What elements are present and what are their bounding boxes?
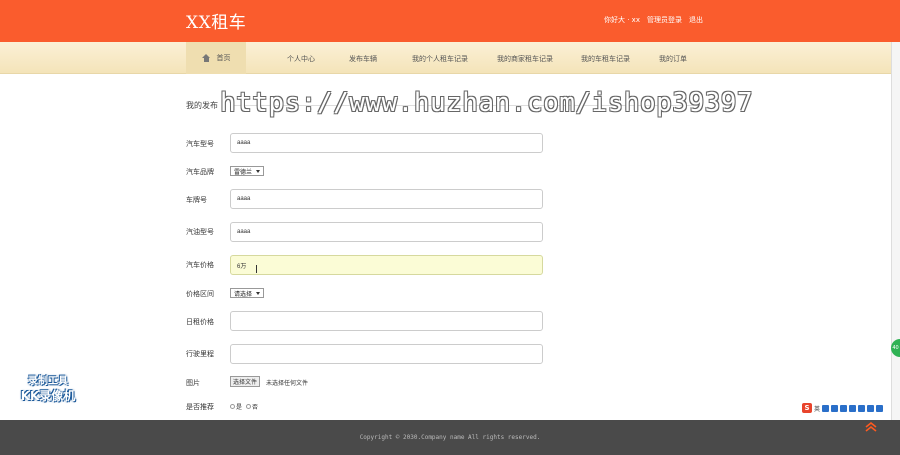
nav-item-publish-car[interactable]: 发布车辆 [349, 54, 377, 64]
plate-label: 车牌号 [186, 196, 207, 204]
nav-item-personal-center[interactable]: 个人中心 [287, 54, 315, 64]
text-cursor-icon [256, 265, 260, 273]
range-select-value: 请选择 [234, 290, 253, 298]
recommend-label: 是否推荐 [186, 403, 214, 411]
recorder-watermark-line1: 录制工具 [28, 376, 68, 387]
shirt-icon[interactable] [867, 404, 875, 412]
nav-item-my-orders[interactable]: 我的订单 [659, 54, 687, 64]
price-label: 汽车价格 [186, 261, 214, 269]
recorder-watermark: 录制工具 KK录像机 [16, 372, 80, 404]
price-input[interactable] [230, 255, 543, 275]
brand-select-value: 雷德兰 [234, 168, 253, 176]
range-select[interactable]: 请选择 [230, 288, 265, 298]
no-file-chosen-text: 未选择任何文件 [266, 380, 309, 387]
page-scrollbar[interactable] [891, 42, 900, 420]
microphone-icon[interactable] [840, 404, 848, 412]
model-label: 汽车型号 [186, 140, 214, 148]
mileage-input[interactable] [230, 344, 543, 364]
image-label: 图片 [186, 379, 200, 387]
ime-toolbar[interactable]: S 英 [802, 402, 884, 414]
nav-item-my-rentals[interactable]: 我的个人租车记录 [412, 54, 468, 64]
daily-price-label: 日租价格 [186, 318, 214, 326]
engine-input[interactable] [230, 222, 543, 242]
grid-icon[interactable] [876, 404, 884, 412]
recommend-no-radio[interactable]: 否 [246, 402, 258, 411]
model-input[interactable] [230, 133, 543, 153]
user-icon[interactable] [858, 404, 866, 412]
recorder-watermark-line2: KK录像机 [20, 389, 76, 403]
ime-logo-icon: S [802, 403, 812, 413]
daily-price-input[interactable] [230, 311, 543, 331]
punctuation-icon[interactable] [831, 404, 839, 412]
top-nav-greeting[interactable]: 你好大 · xx [604, 15, 640, 25]
top-nav-logout[interactable]: 退出 [689, 15, 703, 25]
radio-circle-icon [246, 404, 251, 409]
plate-input[interactable] [230, 189, 543, 209]
url-watermark: https://www.huzhan.com/ishop39397 [220, 88, 754, 118]
home-icon [201, 53, 211, 63]
back-to-top-icon[interactable] [864, 420, 878, 434]
keyboard-icon[interactable] [849, 404, 857, 412]
nav-home[interactable]: 首页 [186, 42, 246, 74]
copyright-text: Copyright © 2030.Company name All rights… [359, 434, 541, 441]
recommend-yes-label: 是 [236, 404, 243, 411]
site-header [0, 0, 900, 42]
ime-mode-label[interactable]: 英 [814, 404, 820, 413]
section-title: 我的发布 [186, 101, 218, 110]
moon-icon[interactable] [822, 404, 830, 412]
brand-label: 汽车品牌 [186, 168, 214, 176]
site-brand[interactable]: XX租车 [186, 8, 246, 33]
mileage-label: 行驶里程 [186, 350, 214, 358]
choose-file-button[interactable]: 选择文件 [230, 376, 261, 387]
recommend-no-label: 否 [252, 404, 259, 411]
recommend-yes-radio[interactable]: 是 [230, 402, 242, 411]
nav-item-car-rentals[interactable]: 我的车租车记录 [581, 54, 630, 64]
range-label: 价格区间 [186, 290, 214, 298]
top-nav-admin-login[interactable]: 管理员登录 [647, 15, 682, 25]
chevron-down-icon [256, 291, 261, 295]
nav-home-label: 首页 [216, 54, 231, 62]
brand-select[interactable]: 雷德兰 [230, 166, 265, 176]
chevron-down-icon [256, 169, 261, 173]
radio-circle-icon [230, 404, 235, 409]
engine-label: 汽油型号 [186, 228, 214, 236]
nav-item-merchant-rentals[interactable]: 我的商家租车记录 [497, 54, 553, 64]
